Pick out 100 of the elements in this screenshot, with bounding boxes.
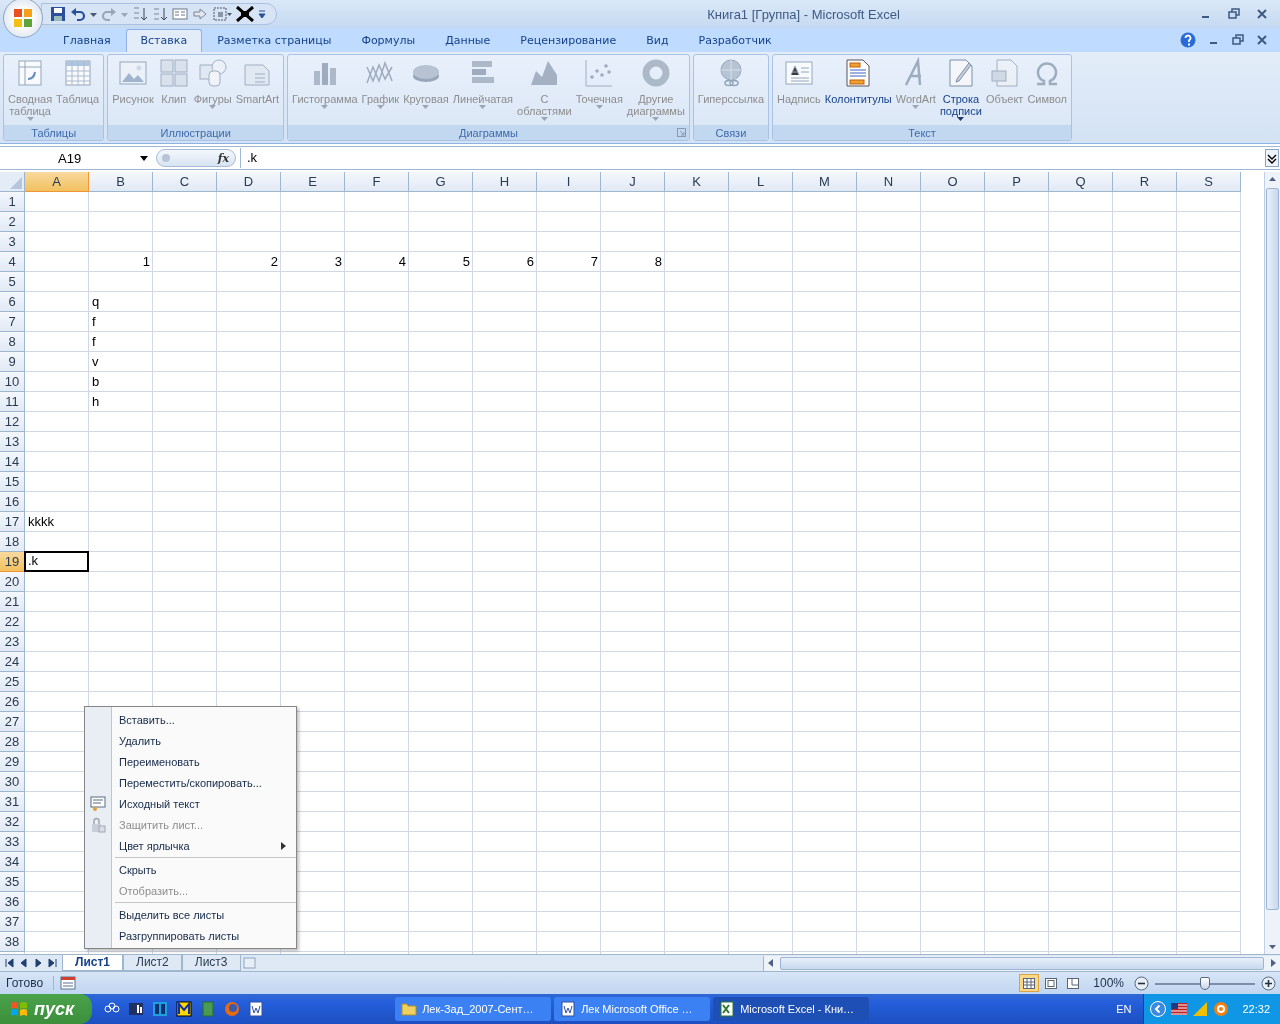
- formula-field[interactable]: .k: [240, 148, 1261, 169]
- row-header[interactable]: 33: [0, 832, 25, 853]
- macro-record-icon[interactable]: [60, 976, 77, 991]
- sheet-nav-icon[interactable]: [18, 957, 30, 970]
- column-header[interactable]: A: [25, 172, 89, 193]
- close-icon[interactable]: [1256, 33, 1268, 46]
- restore-icon[interactable]: [1232, 33, 1244, 46]
- zoom-in-icon[interactable]: [1261, 975, 1276, 991]
- ribbon-tab[interactable]: Данные: [430, 28, 506, 52]
- sheet-tab[interactable]: Лист2: [123, 955, 182, 972]
- row-header[interactable]: 26: [0, 692, 25, 713]
- taskbar-button[interactable]: Лек-Зад_2007-Сент…: [395, 997, 552, 1021]
- column-header[interactable]: M: [793, 172, 857, 193]
- row-header[interactable]: 3: [0, 232, 25, 253]
- row-header[interactable]: 38: [0, 932, 25, 953]
- column-header[interactable]: B: [89, 172, 153, 193]
- horizontal-scrollbar[interactable]: [763, 955, 1280, 971]
- office-button[interactable]: [3, 0, 43, 38]
- row-header[interactable]: 36: [0, 892, 25, 913]
- column-header[interactable]: K: [665, 172, 729, 193]
- taskbar-button[interactable]: Лек Microsoft Office …: [554, 997, 711, 1021]
- full-screen-icon[interactable]: [236, 6, 254, 22]
- ribbon-tab[interactable]: Разметка страницы: [202, 28, 347, 52]
- normal-view-button[interactable]: [1019, 974, 1040, 993]
- column-header[interactable]: F: [345, 172, 409, 193]
- sort-ascending-icon[interactable]: [132, 6, 148, 22]
- row-header[interactable]: 16: [0, 492, 25, 513]
- menu-item[interactable]: Цвет ярлычка: [85, 835, 296, 856]
- ribbon-button[interactable]: Колонтитулы: [822, 56, 894, 126]
- ribbon-tab[interactable]: Вставка: [125, 28, 203, 52]
- column-header[interactable]: O: [921, 172, 985, 193]
- row-header[interactable]: 34: [0, 852, 25, 873]
- ribbon-button[interactable]: Строка подписи: [937, 56, 984, 126]
- ribbon-tab[interactable]: Разработчик: [683, 28, 787, 52]
- sort-descending-icon[interactable]: [152, 6, 168, 22]
- menu-item[interactable]: Исходный текст: [85, 793, 296, 814]
- row-header[interactable]: 20: [0, 572, 25, 593]
- row-header[interactable]: 31: [0, 792, 25, 813]
- ribbon-tab[interactable]: Рецензирование: [505, 28, 632, 52]
- row-header[interactable]: 1: [0, 192, 25, 213]
- save-icon[interactable]: [50, 6, 66, 22]
- vertical-scrollbar[interactable]: [1264, 172, 1280, 955]
- column-header[interactable]: R: [1113, 172, 1177, 193]
- expand-icon[interactable]: [1265, 149, 1279, 168]
- column-header[interactable]: N: [857, 172, 921, 193]
- row-header[interactable]: 25: [0, 672, 25, 693]
- swirl-icon[interactable]: [1213, 1001, 1230, 1017]
- menu-item[interactable]: Переименовать: [85, 751, 296, 772]
- ribbon-tab[interactable]: Главная: [48, 28, 126, 52]
- row-header[interactable]: 23: [0, 632, 25, 653]
- column-header[interactable]: G: [409, 172, 473, 193]
- row-header[interactable]: 37: [0, 912, 25, 933]
- menu-item[interactable]: Вставить...: [85, 709, 296, 730]
- ribbon-tab[interactable]: Вид: [631, 28, 684, 52]
- restore-icon[interactable]: [1228, 8, 1240, 20]
- row-header[interactable]: 10: [0, 372, 25, 393]
- row-header[interactable]: 11: [0, 392, 25, 413]
- row-header[interactable]: 12: [0, 412, 25, 433]
- column-header[interactable]: E: [281, 172, 345, 193]
- m-tile-icon[interactable]: [176, 1001, 193, 1017]
- insert-function-button[interactable]: fx: [156, 149, 236, 168]
- column-header[interactable]: L: [729, 172, 793, 193]
- column-header[interactable]: H: [473, 172, 537, 193]
- sheet-tab[interactable]: Лист3: [181, 955, 241, 972]
- menu-item[interactable]: Разгруппировать листы: [85, 925, 296, 946]
- row-header[interactable]: 19: [0, 552, 25, 573]
- menu-item[interactable]: Переместить/скопировать...: [85, 772, 296, 793]
- chevron-icon[interactable]: [1150, 1001, 1167, 1017]
- sheet-tab[interactable]: Лист1: [62, 955, 124, 972]
- row-header[interactable]: 2: [0, 212, 25, 233]
- help-icon[interactable]: [1180, 31, 1196, 48]
- scroll-thumb[interactable]: [1266, 188, 1279, 911]
- menu-item[interactable]: Выделить все листы: [85, 904, 296, 925]
- column-header[interactable]: S: [1177, 172, 1241, 193]
- row-header[interactable]: 4: [0, 252, 25, 273]
- ribbon-tab[interactable]: Формулы: [346, 28, 431, 52]
- row-header[interactable]: 13: [0, 432, 25, 453]
- row-header[interactable]: 35: [0, 872, 25, 893]
- document-icon[interactable]: [248, 1001, 265, 1017]
- row-header[interactable]: 9: [0, 352, 25, 373]
- row-header[interactable]: 18: [0, 532, 25, 553]
- row-header[interactable]: 6: [0, 292, 25, 313]
- column-header[interactable]: J: [601, 172, 665, 193]
- menu-item[interactable]: Удалить: [85, 730, 296, 751]
- undo-icon[interactable]: [70, 6, 86, 22]
- row-header[interactable]: 7: [0, 312, 25, 333]
- row-header[interactable]: 28: [0, 732, 25, 753]
- row-header[interactable]: 29: [0, 752, 25, 773]
- menu-item[interactable]: Скрыть: [85, 859, 296, 880]
- row-header[interactable]: 22: [0, 612, 25, 633]
- language-indicator[interactable]: EN: [1116, 1003, 1132, 1015]
- caret-icon[interactable]: [140, 155, 148, 161]
- row-header[interactable]: 27: [0, 712, 25, 733]
- row-header[interactable]: 21: [0, 592, 25, 613]
- start-button[interactable]: пуск: [0, 994, 93, 1024]
- row-header[interactable]: 32: [0, 812, 25, 833]
- column-header[interactable]: I: [537, 172, 601, 193]
- column-header[interactable]: C: [153, 172, 217, 193]
- row-header[interactable]: 5: [0, 272, 25, 293]
- row-header[interactable]: 30: [0, 772, 25, 793]
